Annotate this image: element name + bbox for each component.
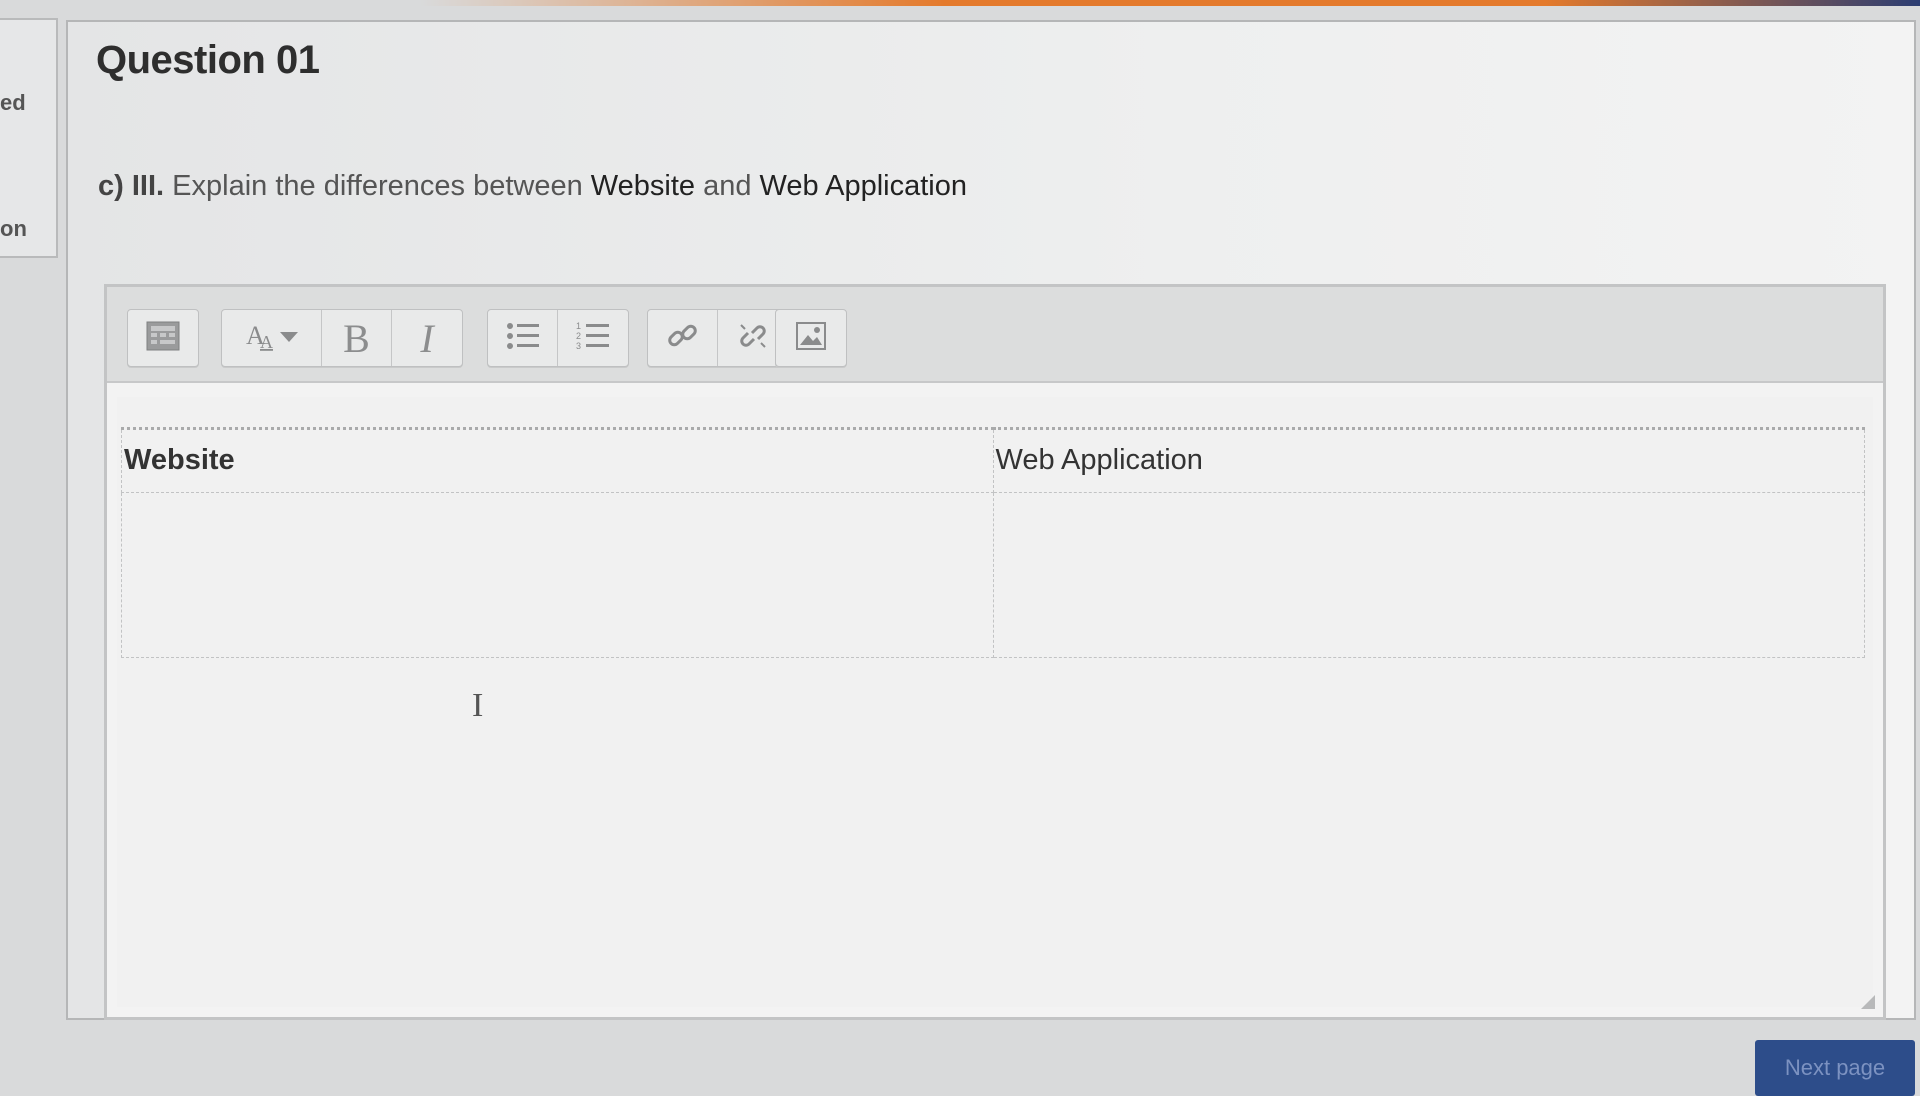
insert-image-button[interactable] [776,310,846,366]
toolbar-group-lists: 1 2 3 [487,309,629,367]
editor-content-area[interactable]: Website Web Application I [117,397,1873,1007]
table-header-web-application[interactable]: Web Application [992,428,1865,493]
bold-icon: B [343,315,370,361]
italic-button[interactable]: I [392,310,462,366]
editor-toolbar: A A B I 1 2 3 [107,287,1883,383]
italic-icon: I [420,315,434,361]
unlink-icon [736,319,770,358]
question-prompt-text: Explain the differences between [172,170,583,202]
next-page-button[interactable]: Next page [1755,1040,1915,1096]
unordered-list-button[interactable] [488,310,558,366]
bullet-list-icon [506,321,540,356]
link-button[interactable] [648,310,718,366]
toolbar-toggle-icon [146,321,180,356]
table-cell-web-application[interactable] [992,492,1865,658]
svg-text:A: A [260,332,273,352]
link-icon [666,319,700,358]
toolbar-group-media [775,309,847,367]
question-joiner: and [703,170,752,202]
navigation-panel: ed on [0,18,58,258]
question-part-label: c) [98,170,124,202]
nav-text-fragment-1[interactable]: ed [0,90,26,116]
svg-text:3: 3 [576,341,581,351]
toolbar-group-toggle [127,309,199,367]
question-prompt: c) III. Explain the differences between … [98,170,967,203]
table-row [121,492,1865,658]
top-accent-bar [420,0,1920,6]
svg-text:1: 1 [576,321,581,331]
paragraph-styles-button[interactable]: A A [222,310,322,366]
question-term-1: Website [590,170,696,202]
question-panel: Question 01 c) III. Explain the differen… [66,20,1916,1020]
resize-grip-icon[interactable] [1861,995,1875,1009]
table-header-row: Website Web Application [121,428,1865,493]
svg-text:2: 2 [576,331,581,341]
toolbar-group-links [647,309,789,367]
font-size-icon: A A [242,318,302,359]
table-cell-website[interactable] [121,492,994,658]
table-header-website[interactable]: Website [121,428,994,493]
text-cursor-icon: I [472,687,484,724]
question-title: Question 01 [96,38,320,82]
rich-text-editor: A A B I 1 2 3 Website Web Application I [104,284,1886,1020]
image-icon [796,321,826,355]
numbered-list-icon: 1 2 3 [576,321,610,356]
nav-text-fragment-2[interactable]: on [0,216,27,242]
ordered-list-button[interactable]: 1 2 3 [558,310,628,366]
toolbar-toggle-button[interactable] [128,310,198,366]
bold-button[interactable]: B [322,310,392,366]
answer-table: Website Web Application [121,427,1865,658]
question-term-2: Web Application [759,170,967,202]
question-subpart-label: III. [131,170,165,202]
toolbar-group-formatting: A A B I [221,309,463,367]
